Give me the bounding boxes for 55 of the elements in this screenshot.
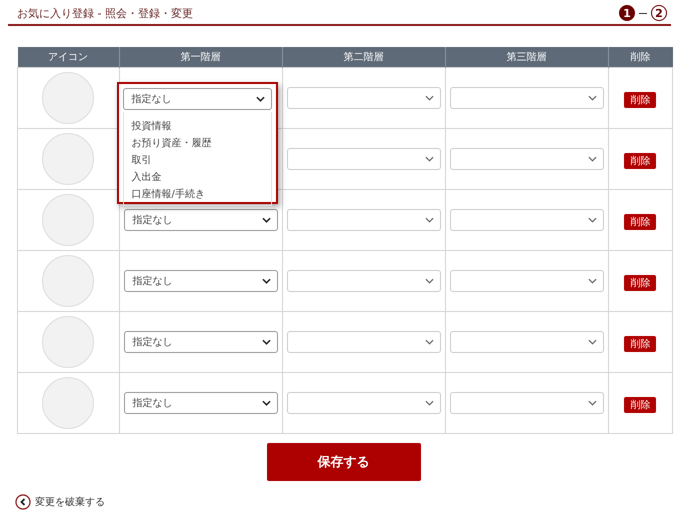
delete-button[interactable]: 削除 [624,336,656,352]
select-field[interactable] [450,270,604,292]
select-field[interactable] [450,331,604,353]
select-field[interactable] [286,392,440,414]
discard-link[interactable]: 変更を破棄する [35,495,105,509]
chevron-down-icon [588,156,596,162]
chevron-down-icon [256,96,264,102]
select-field[interactable] [450,392,604,414]
dropdown-option[interactable]: 投資情報 [132,118,270,135]
delete-button[interactable]: 削除 [624,92,656,108]
save-button[interactable]: 保存する [266,443,420,481]
chevron-down-icon [588,95,596,101]
chevron-down-icon [424,339,434,345]
select-field[interactable] [450,87,604,109]
chevron-down-icon [262,217,270,223]
select-field[interactable]: 指定なし [124,331,278,353]
select-field[interactable] [450,209,604,231]
chevron-down-icon [262,339,270,345]
chevron-down-icon [424,156,434,162]
select-field[interactable] [286,270,440,292]
chevron-down-icon [424,217,434,223]
page-title: お気に入り登録 - 照会・登録・変更 [16,6,193,21]
select-field[interactable]: 指定なし [124,270,278,292]
column-header: 第二階層 [282,47,445,68]
select-field[interactable]: 指定なし [124,392,278,414]
delete-button[interactable]: 削除 [624,397,656,413]
delete-button[interactable]: 削除 [624,214,656,230]
column-header: 第三階層 [445,47,608,68]
select-field[interactable]: 指定なし [124,209,278,231]
chevron-down-icon [588,278,596,284]
chevron-down-icon [588,339,596,345]
column-header: 削除 [608,47,672,68]
dropdown-option[interactable]: 入出金 [132,169,270,186]
dropdown-option[interactable]: 取引 [132,152,270,169]
delete-button[interactable]: 削除 [624,275,656,291]
select-field[interactable]: 指定なし [122,88,272,110]
chevron-down-icon [262,278,270,284]
chevron-down-icon [424,95,434,101]
select-field[interactable] [286,87,440,109]
step-indicator: 1 [619,5,635,21]
step-indicator: 2 [651,5,667,21]
column-header: アイコン [18,47,119,68]
select-field[interactable] [450,148,604,170]
select-field[interactable] [286,331,440,353]
dropdown-option[interactable]: 口座情報/手続き [132,186,270,203]
chevron-down-icon [424,400,434,406]
chevron-down-icon [588,217,596,223]
chevron-down-icon [262,400,270,406]
delete-button[interactable]: 削除 [624,153,656,169]
dropdown-option[interactable]: お預り資産・履歴 [132,135,270,152]
select-field[interactable] [286,209,440,231]
column-header: 第一階層 [119,47,282,68]
select-field[interactable] [286,148,440,170]
chevron-down-icon [588,400,596,406]
chevron-down-icon [424,278,434,284]
